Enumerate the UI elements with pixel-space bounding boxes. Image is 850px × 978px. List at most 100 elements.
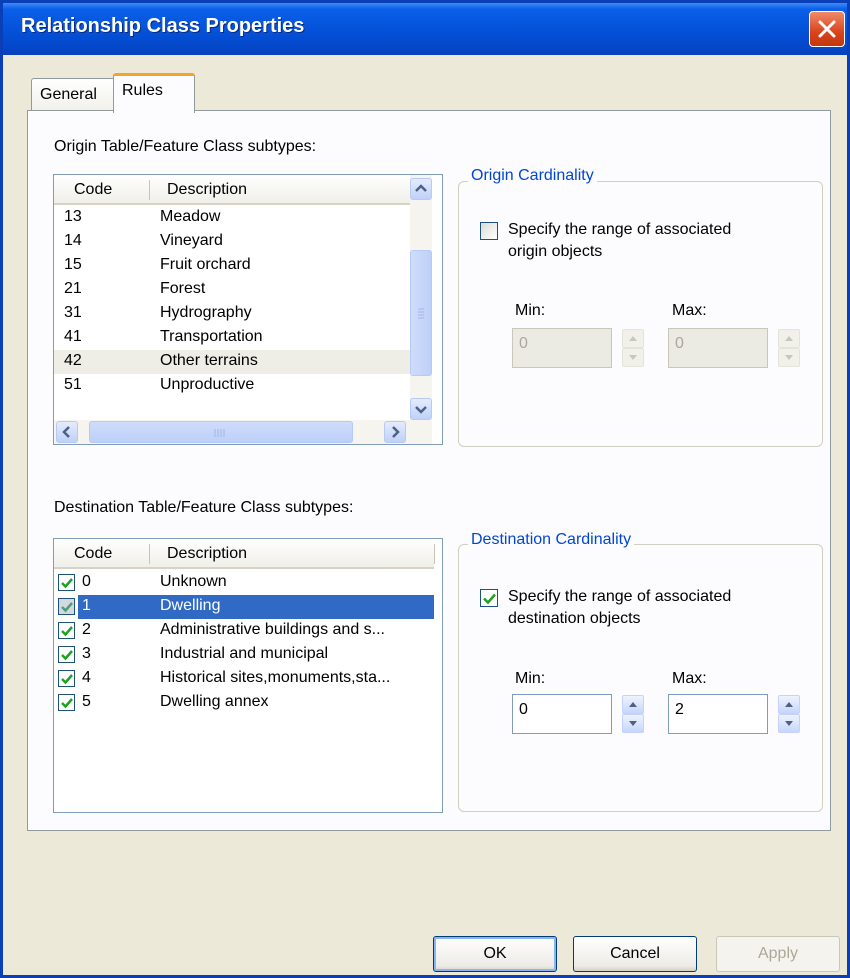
origin-max-up-button[interactable] xyxy=(778,329,800,348)
origin-list-header: Code Description xyxy=(54,175,410,205)
destination-min-down-button[interactable] xyxy=(622,714,644,733)
checkmark-icon xyxy=(61,698,73,709)
column-separator[interactable] xyxy=(149,544,150,564)
origin-max-down-button[interactable] xyxy=(778,348,800,367)
row-code: 4 xyxy=(82,669,91,686)
list-item[interactable]: 4 Historical sites,monuments,sta... xyxy=(54,667,442,691)
row-description: Dwelling annex xyxy=(160,693,269,710)
scroll-right-button[interactable] xyxy=(384,421,406,443)
destination-min-input[interactable]: 0 xyxy=(512,694,612,734)
checkmark-icon xyxy=(61,650,73,661)
destination-max-up-button[interactable] xyxy=(778,695,800,714)
row-description: Fruit orchard xyxy=(160,256,251,273)
destination-cardinality-legend: Destination Cardinality xyxy=(468,531,635,549)
list-item[interactable]: 2 Administrative buildings and s... xyxy=(54,619,442,643)
row-code: 5 xyxy=(82,693,91,710)
row-checkbox[interactable] xyxy=(58,670,75,687)
column-header-code[interactable]: Code xyxy=(74,181,112,199)
origin-range-label-line2: origin objects xyxy=(508,243,603,260)
row-code: 31 xyxy=(64,304,82,321)
arrow-down-icon xyxy=(785,721,793,726)
row-checkbox[interactable] xyxy=(58,598,75,615)
destination-max-down-button[interactable] xyxy=(778,714,800,733)
scroll-down-button[interactable] xyxy=(410,398,432,420)
row-code: 14 xyxy=(64,232,82,249)
list-item[interactable]: 14 Vineyard xyxy=(54,230,442,254)
selection-highlight xyxy=(78,595,434,619)
row-checkbox[interactable] xyxy=(58,694,75,711)
destination-max-input[interactable]: 2 xyxy=(668,694,768,734)
list-item[interactable]: 21 Forest xyxy=(54,278,442,302)
chevron-up-icon xyxy=(415,184,427,192)
ok-button[interactable]: OK xyxy=(433,936,557,972)
checkmark-icon xyxy=(483,593,496,605)
row-description: Historical sites,monuments,sta... xyxy=(160,669,391,686)
scroll-left-button[interactable] xyxy=(56,421,78,443)
destination-min-label: Min: xyxy=(515,670,546,687)
cancel-button[interactable]: Cancel xyxy=(573,936,697,972)
row-description: Dwelling xyxy=(160,597,221,614)
arrow-up-icon xyxy=(629,702,637,707)
chevron-right-icon xyxy=(392,426,400,438)
scroll-thumb[interactable] xyxy=(410,250,432,376)
row-code: 0 xyxy=(82,573,91,590)
apply-button[interactable]: Apply xyxy=(716,936,840,972)
list-item[interactable]: 13 Meadow xyxy=(54,206,442,230)
origin-min-up-button[interactable] xyxy=(622,329,644,348)
origin-range-label-line1: Specify the range of associated xyxy=(508,221,732,238)
origin-min-input[interactable]: 0 xyxy=(512,328,612,368)
list-item-hover[interactable]: 42 Other terrains xyxy=(54,350,410,374)
origin-range-checkbox[interactable] xyxy=(480,222,498,240)
destination-cardinality-group xyxy=(458,544,823,812)
arrow-down-icon xyxy=(629,355,637,360)
list-item[interactable]: 3 Industrial and municipal xyxy=(54,643,442,667)
destination-max-label: Max: xyxy=(672,670,707,687)
title-bar[interactable]: Relationship Class Properties xyxy=(3,3,847,55)
row-code: 3 xyxy=(82,645,91,662)
origin-min-down-button[interactable] xyxy=(622,348,644,367)
rules-panel: Origin Table/Feature Class subtypes: Cod… xyxy=(27,110,831,831)
column-header-code[interactable]: Code xyxy=(74,545,112,563)
column-header-description[interactable]: Description xyxy=(167,181,247,199)
tab-rules[interactable]: Rules xyxy=(113,73,195,113)
list-item[interactable]: 31 Hydrography xyxy=(54,302,442,326)
tab-general[interactable]: General xyxy=(31,78,115,112)
arrow-up-icon xyxy=(785,702,793,707)
list-item[interactable]: 15 Fruit orchard xyxy=(54,254,442,278)
row-description: Unknown xyxy=(160,573,227,590)
arrow-down-icon xyxy=(629,721,637,726)
origin-max-input[interactable]: 0 xyxy=(668,328,768,368)
list-item-selected[interactable]: 1 Dwelling xyxy=(54,595,442,619)
checkmark-icon xyxy=(61,602,73,613)
column-separator[interactable] xyxy=(434,544,435,564)
row-description: Transportation xyxy=(160,328,263,345)
scroll-up-button[interactable] xyxy=(410,178,432,200)
origin-max-label: Max: xyxy=(672,302,707,319)
column-separator[interactable] xyxy=(149,180,150,200)
row-checkbox[interactable] xyxy=(58,574,75,591)
origin-vertical-scrollbar[interactable] xyxy=(410,175,432,420)
arrow-down-icon xyxy=(785,355,793,360)
scroll-thumb[interactable] xyxy=(89,421,353,443)
list-item[interactable]: 41 Transportation xyxy=(54,326,442,350)
origin-horizontal-scrollbar[interactable] xyxy=(54,420,432,444)
row-code: 42 xyxy=(64,352,82,369)
row-description: Vineyard xyxy=(160,232,223,249)
checkmark-icon xyxy=(61,578,73,589)
close-icon xyxy=(818,20,836,38)
list-item[interactable]: 5 Dwelling annex xyxy=(54,691,442,715)
list-item[interactable]: 0 Unknown xyxy=(54,571,442,595)
destination-range-checkbox[interactable] xyxy=(480,589,498,607)
row-checkbox[interactable] xyxy=(58,646,75,663)
arrow-up-icon xyxy=(785,336,793,341)
destination-min-up-button[interactable] xyxy=(622,695,644,714)
close-button[interactable] xyxy=(809,11,845,47)
row-code: 41 xyxy=(64,328,82,345)
destination-subtypes-list[interactable]: Code Description 0 Unknown 1 Dwelling 2 … xyxy=(53,538,443,813)
column-header-description[interactable]: Description xyxy=(167,545,247,563)
list-item[interactable]: 51 Unproductive xyxy=(54,374,442,398)
origin-subtypes-list[interactable]: Code Description 13 Meadow 14 Vineyard 1… xyxy=(53,174,443,445)
row-checkbox[interactable] xyxy=(58,622,75,639)
row-description: Hydrography xyxy=(160,304,252,321)
origin-min-label: Min: xyxy=(515,302,546,319)
